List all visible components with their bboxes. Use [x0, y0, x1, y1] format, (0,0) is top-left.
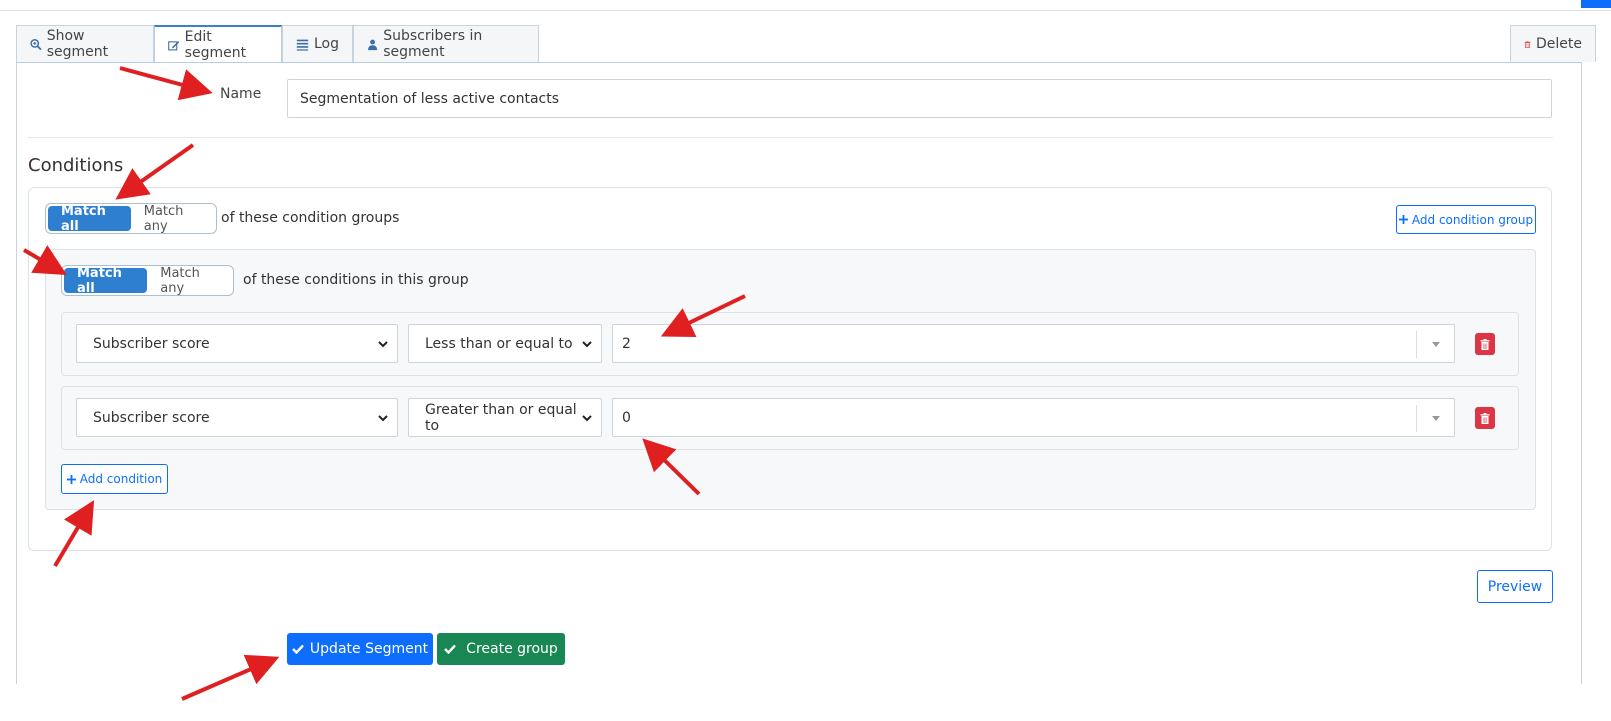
groups-match-hint: of these condition groups [221, 210, 400, 226]
condition-value-input[interactable]: 2 [612, 324, 1455, 363]
plus-icon [1398, 215, 1408, 224]
check-icon [292, 644, 304, 654]
caret-down-icon[interactable] [1432, 416, 1440, 421]
chevron-down-icon [582, 415, 592, 422]
conditions-title: Conditions [28, 155, 124, 176]
tab-subscribers-label: Subscribers in segment [383, 28, 483, 60]
condition-field-select[interactable]: Subscriber score [76, 324, 398, 363]
add-condition-label: Add condition [79, 472, 163, 486]
condition-value-text: 0 [622, 409, 631, 426]
tab-divider [16, 62, 1581, 63]
chevron-down-icon [378, 415, 388, 422]
trash-icon [1524, 40, 1531, 48]
tab-log-label: Log [313, 36, 339, 52]
groups-match-any-button[interactable]: Match any [131, 204, 214, 234]
chevron-down-icon [378, 341, 388, 348]
name-input[interactable] [287, 79, 1552, 118]
condition-operator-value: Greater than or equal to [425, 401, 577, 434]
add-condition-group-label: Add condition group [1411, 212, 1534, 227]
segment-tabs: Show segment Edit segment Log Subscriber… [16, 25, 1596, 63]
condition-operator-select[interactable]: Greater than or equal to [408, 398, 602, 437]
condition-field-select[interactable]: Subscriber score [76, 398, 398, 437]
condition-group [45, 249, 1536, 510]
name-label: Name [220, 86, 262, 102]
update-segment-label: Update Segment [309, 641, 429, 657]
condition-operator-select[interactable]: Less than or equal to [408, 324, 602, 363]
tab-edit-segment-label: Edit segment [184, 29, 247, 61]
combo-separator [1416, 405, 1417, 432]
check-icon [444, 644, 457, 654]
update-segment-button[interactable]: Update Segment [287, 633, 433, 665]
caret-down-icon[interactable] [1432, 342, 1440, 347]
group-match-toggle: Match all Match any [61, 265, 234, 296]
section-divider [28, 137, 1553, 138]
plus-icon [66, 474, 76, 484]
condition-field-value: Subscriber score [93, 335, 210, 352]
create-group-button[interactable]: Create group [437, 633, 565, 665]
create-group-label: Create group [466, 641, 558, 657]
add-condition-button[interactable]: Add condition [61, 464, 168, 494]
tab-subscribers-in-segment[interactable]: Subscribers in segment [353, 25, 539, 62]
groups-match-toggle: Match all Match any [45, 203, 217, 234]
combo-separator [1416, 331, 1417, 358]
trash-icon [1480, 412, 1490, 424]
top-corner-accent [1581, 0, 1611, 8]
group-match-hint: of these conditions in this group [243, 272, 469, 288]
tab-show-segment[interactable]: Show segment [16, 25, 154, 62]
remove-condition-button[interactable] [1475, 333, 1495, 355]
user-icon [368, 39, 378, 50]
tab-edit-segment[interactable]: Edit segment [154, 25, 282, 63]
list-icon [296, 39, 309, 51]
add-condition-group-button[interactable]: Add condition group [1396, 205, 1536, 234]
preview-button[interactable]: Preview [1477, 570, 1553, 603]
edit-icon [168, 40, 180, 50]
tab-show-segment-label: Show segment [46, 28, 109, 60]
top-divider [0, 10, 1611, 11]
groups-match-all-button[interactable]: Match all [48, 204, 131, 234]
chevron-down-icon [582, 341, 592, 348]
condition-field-value: Subscriber score [93, 409, 210, 426]
remove-condition-button[interactable] [1475, 407, 1495, 429]
group-match-all-button[interactable]: Match all [64, 266, 148, 296]
delete-button[interactable]: Delete [1510, 25, 1596, 62]
tab-log[interactable]: Log [282, 25, 353, 62]
condition-value-input[interactable]: 0 [612, 398, 1455, 437]
trash-icon [1480, 338, 1490, 350]
condition-value-text: 2 [622, 335, 631, 352]
group-match-any-button[interactable]: Match any [147, 266, 231, 296]
search-zoom-icon [30, 38, 42, 50]
delete-label: Delete [1536, 36, 1582, 52]
condition-operator-value: Less than or equal to [425, 335, 573, 352]
